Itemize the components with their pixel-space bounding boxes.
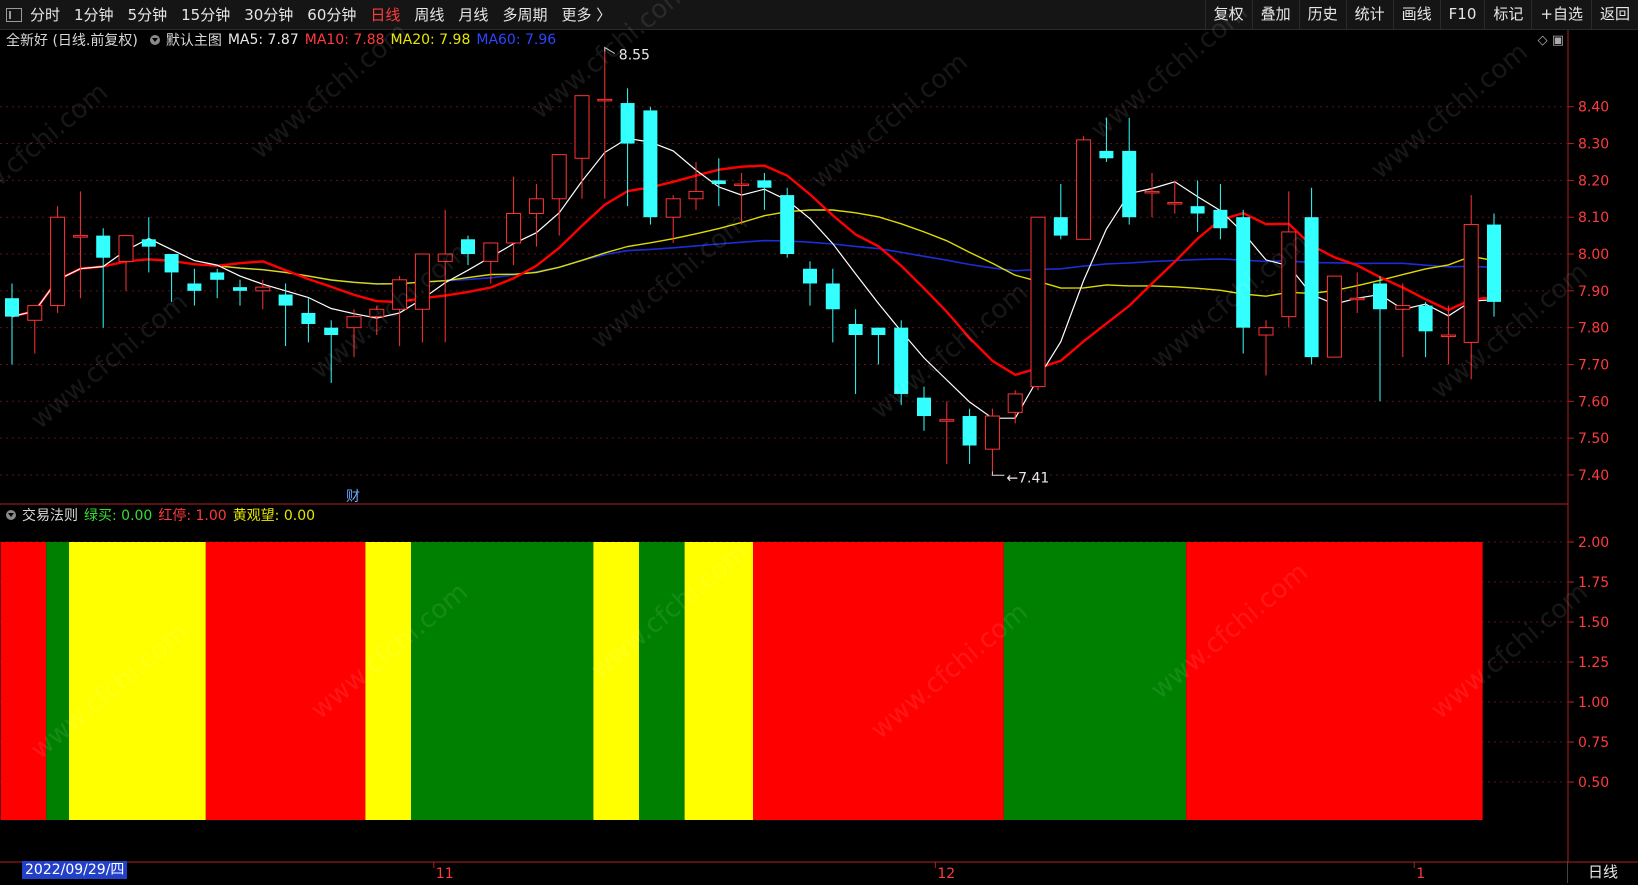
- candle-down: [324, 327, 339, 336]
- low-price-label: ←7.41: [1006, 470, 1049, 486]
- month-label: 11: [436, 866, 454, 882]
- watermark-text: www.cfchi.com: [1085, 0, 1254, 145]
- candle-up: [984, 415, 1000, 450]
- price-axis-label: 8.00: [1578, 247, 1609, 263]
- indicator-axis-label: 1.00: [1578, 695, 1609, 711]
- watermark-text: www.cfchi.com: [245, 17, 414, 165]
- candle-up: [27, 305, 43, 321]
- indicator-axis-label: 2.00: [1578, 535, 1609, 551]
- candle-down: [1122, 150, 1137, 218]
- indicator-axis-label: 0.75: [1578, 735, 1609, 751]
- candle-down: [1373, 283, 1387, 310]
- indicator-axis-label: 1.50: [1578, 615, 1609, 631]
- candle-down: [187, 283, 202, 291]
- candle-up: [1440, 334, 1456, 338]
- candle-down: [141, 239, 156, 247]
- candle-down: [96, 235, 111, 258]
- finance-marker[interactable]: 财: [346, 486, 360, 506]
- candle-down: [643, 110, 658, 218]
- candle-down: [825, 283, 840, 310]
- indicator-band: [46, 542, 69, 820]
- watermark-text: www.cfchi.com: [0, 77, 114, 225]
- candle-down: [5, 298, 19, 317]
- indicator-band: [1186, 542, 1483, 820]
- candle-up: [597, 98, 613, 102]
- candle-down: [1213, 209, 1228, 229]
- candle-up: [1463, 224, 1479, 343]
- candle-down: [1053, 217, 1068, 236]
- candle-up: [688, 190, 704, 200]
- price-axis-label: 8.20: [1578, 173, 1609, 189]
- watermark-text: www.cfchi.com: [585, 207, 754, 355]
- candle-down: [803, 268, 817, 284]
- candle-up: [939, 419, 955, 422]
- price-axis-label: 8.40: [1578, 100, 1609, 116]
- candle-down: [871, 327, 886, 336]
- candle-up: [506, 213, 522, 244]
- candle-down: [780, 195, 795, 255]
- candle-up: [1349, 297, 1365, 301]
- candle-down: [210, 272, 225, 280]
- candle-up: [72, 235, 88, 238]
- chart-area[interactable]: 8.408.308.208.108.007.907.807.707.607.50…: [0, 0, 1638, 885]
- candle-down: [1099, 150, 1114, 159]
- candle-up: [574, 95, 590, 159]
- candle-up: [1326, 275, 1342, 358]
- watermark-text: www.cfchi.com: [305, 237, 474, 385]
- watermark-text: www.cfchi.com: [1425, 257, 1594, 405]
- indicator-band: [0, 542, 47, 820]
- price-axis-label: 7.50: [1578, 431, 1609, 447]
- watermark-text: www.cfchi.com: [1365, 37, 1534, 185]
- indicator-axis-label: 0.50: [1578, 775, 1609, 791]
- month-label: 12: [937, 866, 955, 882]
- candle-down: [711, 180, 726, 185]
- price-axis-label: 7.80: [1578, 321, 1609, 337]
- period-tab-daily[interactable]: 日线: [1567, 861, 1638, 883]
- watermark-text: www.cfchi.com: [25, 287, 194, 435]
- candle-down: [620, 103, 635, 144]
- candle-down: [164, 254, 179, 273]
- candle-up: [483, 242, 499, 262]
- candle-up: [1076, 139, 1092, 240]
- watermark-text: www.cfchi.com: [805, 47, 974, 195]
- candle-down: [848, 323, 863, 336]
- candle-up: [255, 286, 271, 292]
- candle-down: [278, 294, 293, 306]
- price-axis-label: 8.10: [1578, 210, 1609, 226]
- candle-up: [118, 235, 134, 262]
- selected-date: 2022/09/29/四: [22, 861, 128, 879]
- candle-down: [301, 312, 316, 324]
- candle-up: [1007, 393, 1023, 413]
- indicator-axis-label: 1.25: [1578, 655, 1609, 671]
- candle-up: [50, 216, 66, 307]
- indicator-band: [753, 542, 1004, 820]
- candle-up: [734, 183, 750, 187]
- candle-up: [1144, 190, 1160, 194]
- indicator-band: [411, 542, 594, 820]
- price-axis-label: 7.60: [1578, 394, 1609, 410]
- candle-up: [1167, 201, 1183, 205]
- candle-down: [1304, 217, 1319, 358]
- price-axis-label: 7.40: [1578, 468, 1609, 484]
- candle-up: [1030, 216, 1046, 388]
- price-axis-label: 7.70: [1578, 357, 1609, 373]
- candle-down: [757, 180, 772, 188]
- candle-up: [528, 198, 544, 215]
- candle-down: [917, 397, 931, 417]
- month-label: 1: [1416, 866, 1425, 882]
- candle-up: [1258, 327, 1274, 336]
- candle-down: [1190, 206, 1205, 214]
- candle-up: [551, 154, 567, 200]
- candle-up: [1395, 305, 1411, 310]
- candle-down: [233, 287, 247, 291]
- watermark-text: www.cfchi.com: [525, 0, 694, 125]
- candle-down: [1487, 224, 1501, 302]
- price-axis-label: 8.30: [1578, 137, 1609, 153]
- candle-down: [1418, 305, 1433, 332]
- candle-up: [665, 198, 681, 218]
- candle-down: [962, 416, 977, 446]
